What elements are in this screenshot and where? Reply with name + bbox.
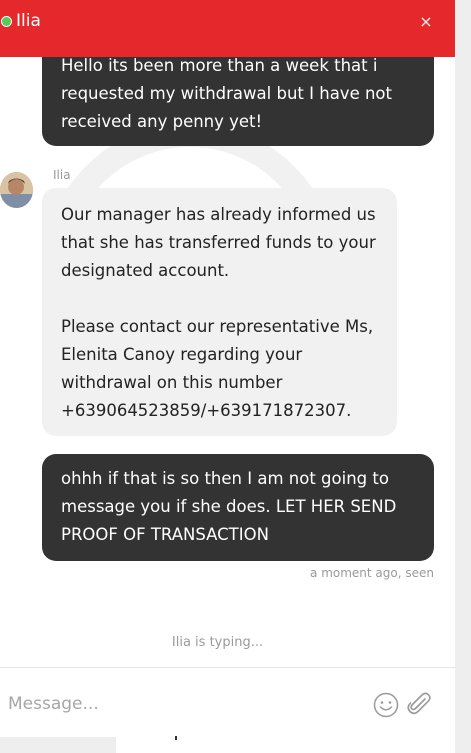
chat-header: Ilia ×	[0, 0, 455, 57]
outgoing-message: ohhh if that is so then I am not going t…	[42, 454, 434, 561]
smiley-icon[interactable]	[373, 692, 399, 718]
chat-window: Ilia × Hello its been more than a week t…	[0, 0, 455, 737]
page-fragment-mark	[175, 736, 177, 740]
message-input[interactable]	[8, 690, 358, 718]
agent-avatar	[0, 172, 33, 208]
incoming-message: Our manager has already informed us that…	[42, 188, 397, 436]
agent-name: Ilia	[16, 11, 41, 31]
close-icon[interactable]: ×	[416, 12, 436, 32]
message-composer	[0, 667, 455, 737]
message-sender-name: Ilia	[53, 168, 71, 182]
page-background-strip	[116, 737, 455, 753]
message-status: a moment ago, seen	[310, 566, 434, 580]
typing-indicator: Ilia is typing...	[171, 635, 264, 650]
paperclip-icon[interactable]	[405, 690, 433, 718]
online-status-dot	[1, 16, 12, 27]
